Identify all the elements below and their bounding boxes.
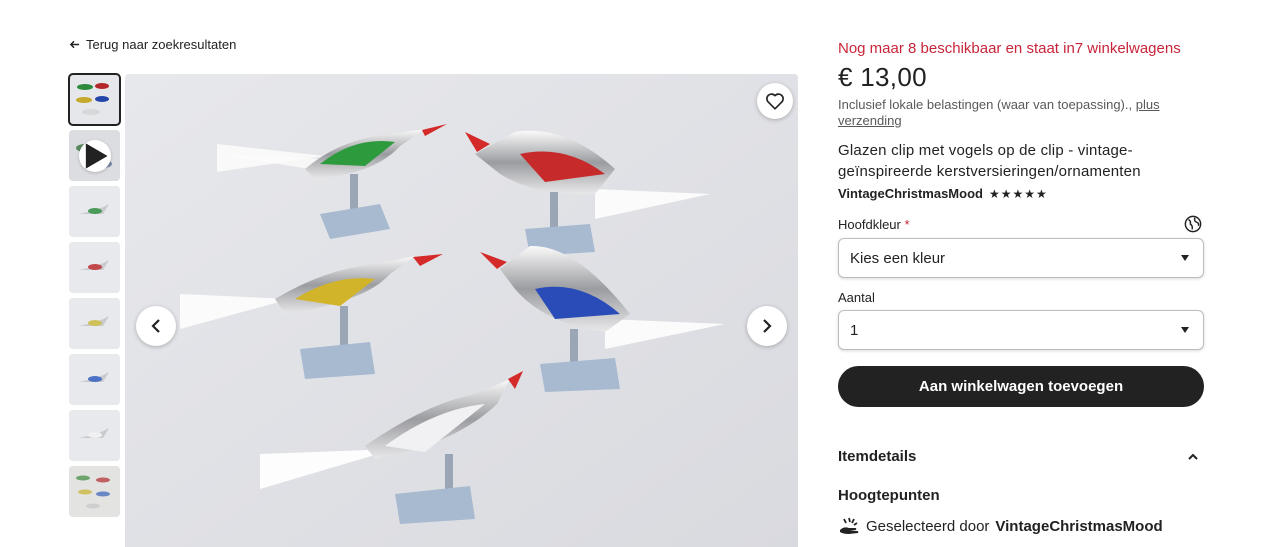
shop-info: VintageChristmasMood ★★★★★	[838, 186, 1048, 201]
color-label-text: Hoofdkleur	[838, 217, 901, 232]
thumbnail-8[interactable]	[69, 466, 120, 517]
thumbnail-image	[69, 74, 120, 125]
color-label: Hoofdkleur *	[838, 217, 910, 232]
next-image-button[interactable]	[747, 306, 787, 346]
thumbnail-4[interactable]	[69, 242, 120, 293]
shop-name-link[interactable]: VintageChristmasMood	[838, 186, 983, 201]
favorite-button[interactable]	[757, 83, 793, 119]
price: € 13,00	[838, 62, 927, 92]
globe-icon[interactable]	[1184, 215, 1202, 233]
color-select[interactable]: Kies een kleur	[838, 238, 1204, 278]
chevron-up-icon	[1188, 453, 1198, 460]
heart-icon	[766, 93, 784, 110]
thumbnail-image	[69, 298, 120, 349]
selected-by-prefix: Geselecteerd door	[866, 517, 990, 535]
selected-by-shop[interactable]: VintageChristmasMood	[995, 518, 1162, 535]
back-link-label: Terug naar zoekresultaten	[86, 37, 237, 52]
thumbnail-video[interactable]	[69, 130, 120, 181]
thumbnail-7[interactable]	[69, 410, 120, 461]
stock-notice: Nog maar 8 beschikbaar en staat in7 wink…	[838, 40, 1181, 57]
product-photo	[125, 74, 798, 547]
main-product-image	[125, 74, 798, 547]
tax-note: Inclusief lokale belastingen (waar van t…	[838, 97, 1178, 129]
caret-down-icon	[1181, 255, 1189, 261]
chevron-right-icon	[763, 319, 772, 333]
chevron-left-icon	[151, 319, 160, 333]
thumbnail-6[interactable]	[69, 354, 120, 405]
thumbnail-image	[69, 354, 120, 405]
caret-down-icon	[1181, 327, 1189, 333]
thumbnail-image	[69, 466, 120, 517]
thumbnail-5[interactable]	[69, 298, 120, 349]
back-to-results-link[interactable]: Terug naar zoekresultaten	[69, 37, 236, 52]
required-mark: *	[904, 217, 910, 232]
tax-note-text: Inclusief lokale belastingen (waar van t…	[838, 97, 1133, 112]
thumbnail-image	[69, 410, 120, 461]
item-details-toggle[interactable]: Itemdetails	[838, 448, 1204, 465]
play-icon	[78, 139, 111, 172]
selected-by-row: Geselecteerd door VintageChristmasMood	[838, 516, 1163, 536]
highlights-heading: Hoogtepunten	[838, 487, 940, 504]
thumbnail-3[interactable]	[69, 186, 120, 237]
listing-title: Glazen clip met vogels op de clip - vint…	[838, 142, 1141, 180]
rating-stars[interactable]: ★★★★★	[989, 187, 1048, 201]
quantity-select[interactable]: 1	[838, 310, 1204, 350]
color-select-value: Kies een kleur	[850, 249, 946, 267]
arrow-left-icon	[69, 40, 80, 49]
item-details-heading: Itemdetails	[838, 448, 917, 465]
thumbnail-image	[69, 242, 120, 293]
thumbnail-image	[69, 186, 120, 237]
hand-sparkle-icon	[840, 517, 859, 534]
add-to-cart-button[interactable]: Aan winkelwagen toevoegen	[838, 366, 1204, 407]
thumbnail-strip	[68, 73, 121, 522]
previous-image-button[interactable]	[136, 306, 176, 346]
quantity-select-value: 1	[850, 321, 859, 339]
thumbnail-1[interactable]	[68, 73, 121, 126]
quantity-label: Aantal	[838, 290, 875, 305]
